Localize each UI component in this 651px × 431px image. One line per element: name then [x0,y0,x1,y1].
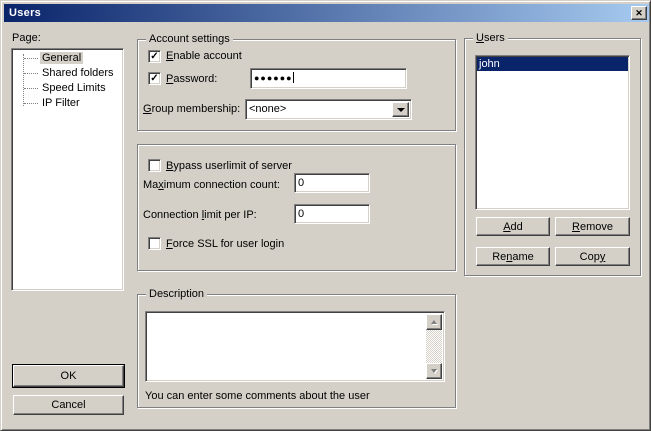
account-settings-title: Account settings [146,33,233,46]
description-hint: You can enter some comments about the us… [145,390,370,403]
close-icon: ✕ [635,9,643,18]
tree-item-label: Shared folders [40,67,116,79]
account-settings-group: Account settings ✓ Enable account ✓ Pass… [137,39,456,131]
enable-account-checkbox[interactable]: ✓ [148,50,161,63]
tree-item-speed-limits[interactable]: Speed Limits [12,81,123,96]
group-membership-value: <none> [249,103,286,115]
limits-group: Bypass userlimit of server Maximum conne… [137,144,456,271]
scroll-up-button[interactable] [426,314,442,330]
password-input[interactable]: ●●●●●● [250,68,407,89]
bypass-userlimit-label: Bypass userlimit of server [166,160,292,173]
max-connection-value: 0 [298,177,304,189]
group-membership-label: Group membership: [143,103,240,116]
check-icon: ✓ [150,52,158,62]
connection-limit-input[interactable]: 0 [294,204,370,224]
cancel-button-label: Cancel [51,399,85,411]
page-tree[interactable]: General Shared folders Speed Limits IP F… [11,48,124,291]
arrow-down-icon [431,369,437,373]
remove-button[interactable]: Remove [555,217,630,236]
tree-item-ip-filter[interactable]: IP Filter [12,96,123,111]
ok-button[interactable]: OK [13,365,124,387]
force-ssl-label: Force SSL for user login [166,238,284,251]
password-label: Password: [166,73,217,86]
page-label: Page: [12,32,41,45]
enable-account-label: Enable account [166,50,242,63]
tree-item-label: General [40,52,83,64]
cancel-button[interactable]: Cancel [13,395,124,415]
vertical-scrollbar[interactable] [426,314,442,379]
max-connection-input[interactable]: 0 [294,173,370,193]
connection-limit-label: Connection limit per IP: [143,209,257,222]
description-textarea[interactable] [145,311,445,382]
bypass-userlimit-checkbox[interactable] [148,159,161,172]
copy-button[interactable]: Copy [555,247,630,266]
close-button[interactable]: ✕ [631,6,647,20]
text-caret [293,72,294,83]
tree-item-general[interactable]: General [12,51,123,66]
dropdown-button[interactable] [392,102,409,117]
arrow-up-icon [431,320,437,324]
rename-button[interactable]: Rename [476,247,550,266]
check-icon: ✓ [150,74,158,84]
tree-item-label: Speed Limits [40,82,108,94]
ok-button-label: OK [61,370,77,382]
force-ssl-checkbox[interactable] [148,237,161,250]
tree-item-label: IP Filter [40,97,82,109]
scroll-down-button[interactable] [426,363,442,379]
user-list-item-john[interactable]: john [477,57,628,71]
max-connection-label: Maximum connection count: [143,179,280,192]
users-listbox[interactable]: john [475,55,630,210]
password-checkbox[interactable]: ✓ [148,72,161,85]
users-group-title: Users [473,32,508,45]
title-bar[interactable]: Users ✕ [4,4,649,22]
window-title: Users [4,7,41,19]
group-membership-select[interactable]: <none> [245,99,412,120]
chevron-down-icon [397,108,405,112]
description-title: Description [146,288,207,301]
user-name: john [479,58,500,70]
tree-item-shared-folders[interactable]: Shared folders [12,66,123,81]
users-group: Users john Add Remove Rename Copy [464,38,641,276]
add-button[interactable]: Add [476,217,550,236]
password-value: ●●●●●● [254,73,293,83]
users-dialog: Users ✕ Page: General Shared folders Spe… [0,0,651,431]
description-group: Description You can enter some comments … [137,294,456,408]
connection-limit-value: 0 [298,208,304,220]
